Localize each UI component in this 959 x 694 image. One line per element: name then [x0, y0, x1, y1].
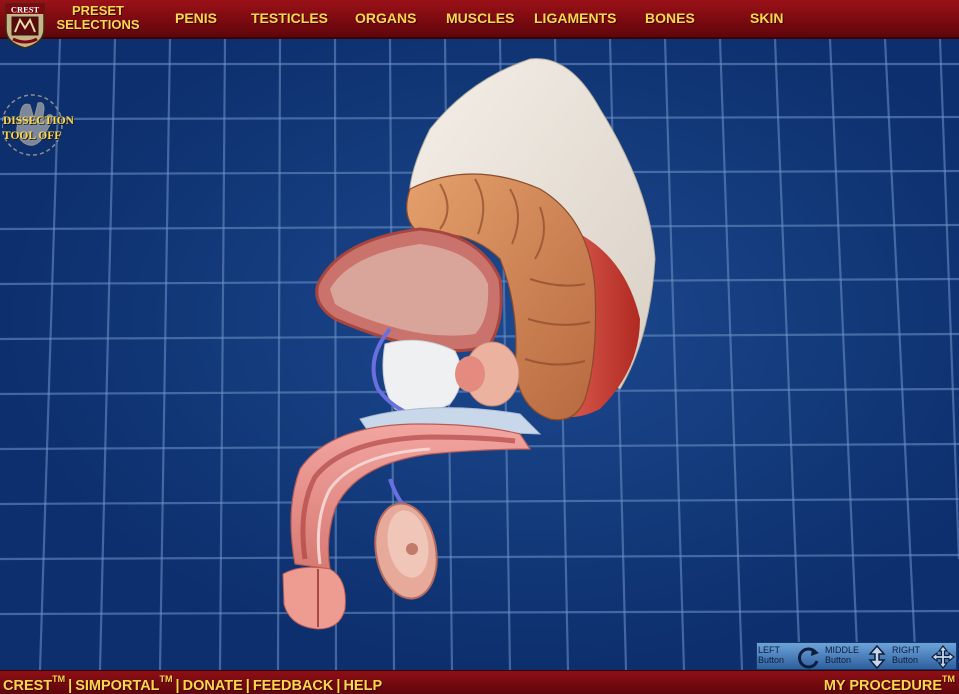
left-button-line1: LEFT [758, 645, 781, 655]
middle-button-line2: Button [825, 655, 852, 665]
pubic-bone [382, 339, 462, 414]
anatomy-3d-model[interactable] [0, 39, 959, 670]
left-button-line2: Button [758, 655, 785, 665]
preset-label-line1: PRESET [71, 3, 124, 18]
dissection-label-line1: DISSECTION [3, 115, 74, 127]
nav-penis[interactable]: PENIS [175, 10, 217, 26]
top-menu-bar: PRESET SELECTIONS PENIS TESTICLES ORGANS… [0, 0, 959, 39]
preset-label-line2: SELECTIONS [56, 17, 140, 32]
pan-arrows-icon [931, 645, 955, 669]
help-link[interactable]: HELP [343, 678, 382, 694]
logo-text: CREST [11, 5, 40, 15]
left-button-hint: LEFT Button [757, 644, 823, 669]
nav-ligaments[interactable]: LIGAMENTS [534, 10, 616, 26]
my-procedure-link[interactable]: MY PROCEDURETM [824, 674, 955, 694]
nav-bones[interactable]: BONES [645, 10, 695, 26]
bottom-bar: CRESTTM | SIMPORTALTM | DONATE | FEEDBACK | HELP… [0, 670, 959, 694]
3d-viewport[interactable]: DISSECTION TOOL OFF [0, 39, 959, 670]
nav-muscles[interactable]: MUSCLES [446, 10, 514, 26]
nav-testicles[interactable]: TESTICLES [251, 10, 328, 26]
nav-organs[interactable]: ORGANS [355, 10, 416, 26]
glans [282, 566, 346, 630]
crest-logo[interactable]: CREST [3, 1, 47, 49]
right-button-line1: RIGHT [892, 645, 920, 655]
simportal-link[interactable]: SIMPORTALTM [75, 674, 172, 694]
right-button-hint: RIGHT Button [891, 644, 957, 669]
feedback-link[interactable]: FEEDBACK [253, 678, 334, 694]
dissection-tool-label: DISSECTION TOOL OFF [3, 114, 89, 144]
rotate-icon [798, 647, 819, 669]
footer-links: CRESTTM | SIMPORTALTM | DONATE | FEEDBACK | HELP [3, 674, 383, 694]
donate-link[interactable]: DONATE [183, 678, 243, 694]
right-button-line2: Button [892, 655, 919, 665]
middle-button-hint: MIDDLE Button [824, 644, 890, 669]
dissection-label-line2: TOOL OFF [3, 130, 62, 142]
crest-link[interactable]: CRESTTM [3, 674, 65, 694]
nav-skin[interactable]: SKIN [750, 10, 783, 26]
mouse-controls-legend: LEFT Button MIDDLE Button RIGHT Button [756, 642, 957, 670]
preset-selections-button[interactable]: PRESET SELECTIONS [50, 4, 146, 32]
zoom-arrows-icon [868, 645, 886, 669]
middle-button-line1: MIDDLE [825, 645, 860, 655]
